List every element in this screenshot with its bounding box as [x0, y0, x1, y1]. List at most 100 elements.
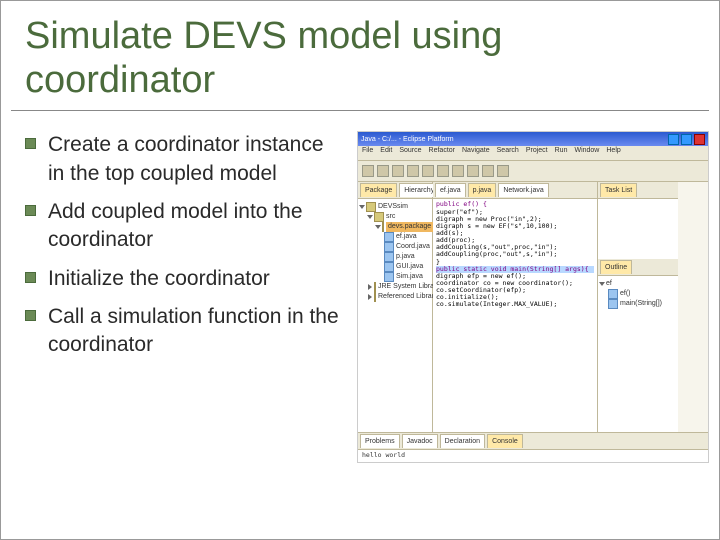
tree-file[interactable]: GUI.java — [360, 262, 430, 272]
toolbar-icon[interactable] — [482, 165, 494, 177]
outline-label: main(String[]) — [620, 299, 662, 309]
toolbar-icon[interactable] — [422, 165, 434, 177]
tree-refs[interactable]: Referenced Libraries — [360, 292, 430, 302]
outline-item[interactable]: ef — [600, 279, 676, 289]
toolbar — [358, 161, 708, 182]
tab-problems[interactable]: Problems — [360, 434, 400, 448]
tab-tasklist[interactable]: Task List — [600, 183, 637, 197]
editor-tab[interactable]: Network.java — [498, 183, 548, 197]
expand-icon[interactable] — [599, 282, 605, 286]
java-file-icon — [384, 272, 394, 282]
code-editor[interactable]: public ef() { super("ef"); digraph = new… — [433, 199, 597, 310]
menu-item[interactable]: Navigate — [462, 147, 490, 159]
bullet-item: Create a coordinator instance in the top… — [25, 131, 345, 188]
tree-jre[interactable]: JRE System Library [1.4] — [360, 282, 430, 292]
bullet-square-icon — [25, 272, 36, 283]
expand-icon[interactable] — [359, 205, 365, 209]
editor-tabs: ef.java p.java Network.java — [433, 182, 597, 199]
outline-item[interactable]: ef() — [600, 289, 676, 299]
bullet-item: Add coupled model into the coordinator — [25, 198, 345, 255]
bullet-text: Call a simulation function in the coordi… — [48, 303, 345, 360]
project-icon — [366, 202, 376, 212]
tab-declaration[interactable]: Declaration — [440, 434, 485, 448]
library-icon — [374, 282, 376, 292]
task-panel — [598, 199, 678, 259]
task-tabs: Task List — [598, 182, 678, 199]
menu-item[interactable]: Search — [497, 147, 519, 159]
editor-tab[interactable]: ef.java — [435, 183, 466, 197]
tab-package[interactable]: Package — [360, 183, 397, 197]
bullet-list-container: Create a coordinator instance in the top… — [25, 131, 345, 463]
tree-project[interactable]: DEVSsim — [360, 202, 430, 212]
tree-file[interactable]: ef.java — [360, 232, 430, 242]
tree-label: Coord.java — [396, 242, 430, 252]
java-file-icon — [384, 252, 394, 262]
toolbar-icon[interactable] — [392, 165, 404, 177]
tree-label: devs.package — [386, 222, 433, 232]
tree-src[interactable]: src — [360, 212, 430, 222]
java-file-icon — [384, 262, 394, 272]
code-line: addCoupling(proc,"out",s,"in"); — [436, 251, 594, 258]
toolbar-icon[interactable] — [362, 165, 374, 177]
outline-item[interactable]: main(String[]) — [600, 299, 676, 309]
tree-file[interactable]: p.java — [360, 252, 430, 262]
bottom-tabs: Problems Javadoc Declaration Console — [358, 433, 708, 450]
menu-item[interactable]: Run — [555, 147, 568, 159]
tab-outline[interactable]: Outline — [600, 260, 632, 274]
menu-item[interactable]: File — [362, 147, 373, 159]
maximize-icon[interactable] — [681, 134, 692, 145]
menu-item[interactable]: Help — [606, 147, 620, 159]
ide-columns: Package Hierarchy DEVSsim src devs.packa… — [358, 182, 708, 432]
titlebar: Java - C:/... - Eclipse Platform — [358, 132, 708, 146]
expand-icon[interactable] — [367, 215, 373, 219]
menu-item[interactable]: Source — [399, 147, 421, 159]
bullet-square-icon — [25, 310, 36, 321]
tree-package[interactable]: devs.package — [360, 222, 430, 232]
toolbar-icon[interactable] — [377, 165, 389, 177]
toolbar-icon[interactable] — [407, 165, 419, 177]
editor-tab[interactable]: p.java — [468, 183, 497, 197]
toolbar-icon[interactable] — [452, 165, 464, 177]
toolbar-icon[interactable] — [437, 165, 449, 177]
menu-item[interactable]: Refactor — [429, 147, 455, 159]
editor-pane: ef.java p.java Network.java public ef() … — [433, 182, 598, 432]
outline-tabs: Outline — [598, 259, 678, 276]
tree-label: src — [386, 212, 395, 222]
bullet-item: Initialize the coordinator — [25, 265, 345, 293]
tab-javadoc[interactable]: Javadoc — [402, 434, 438, 448]
toolbar-icon[interactable] — [497, 165, 509, 177]
bullet-text: Create a coordinator instance in the top… — [48, 131, 345, 188]
title-rule — [11, 110, 709, 111]
slide-title: Simulate DEVS model using coordinator — [1, 1, 719, 110]
bullet-square-icon — [25, 205, 36, 216]
minimize-icon[interactable] — [668, 134, 679, 145]
outline-label: ef() — [620, 289, 631, 299]
outline-tree: ef ef() main(String[]) — [598, 276, 678, 312]
code-line: co.simulate(Integer.MAX_VALUE); — [436, 301, 594, 308]
toolbar-icon[interactable] — [467, 165, 479, 177]
tree-file[interactable]: Coord.java — [360, 242, 430, 252]
package-icon — [382, 222, 384, 232]
menubar: File Edit Source Refactor Navigate Searc… — [358, 146, 708, 161]
expand-icon[interactable] — [368, 284, 372, 290]
package-explorer: Package Hierarchy DEVSsim src devs.packa… — [358, 182, 433, 432]
java-file-icon — [384, 232, 394, 242]
expand-icon[interactable] — [368, 294, 372, 300]
tree-label: p.java — [396, 252, 415, 262]
left-tabs: Package Hierarchy — [358, 182, 432, 199]
tree-file[interactable]: Sim.java — [360, 272, 430, 282]
bullet-text: Add coupled model into the coordinator — [48, 198, 345, 255]
bullet-square-icon — [25, 138, 36, 149]
bullet-list: Create a coordinator instance in the top… — [25, 131, 345, 359]
expand-icon[interactable] — [375, 225, 381, 229]
window-title: Java - C:/... - Eclipse Platform — [361, 136, 666, 144]
ide-screenshot: Java - C:/... - Eclipse Platform File Ed… — [357, 131, 709, 463]
menu-item[interactable]: Window — [574, 147, 599, 159]
console-output: hello world — [358, 450, 708, 461]
tab-console[interactable]: Console — [487, 434, 523, 448]
close-icon[interactable] — [694, 134, 705, 145]
menu-item[interactable]: Edit — [380, 147, 392, 159]
menu-item[interactable]: Project — [526, 147, 548, 159]
slide-body: Create a coordinator instance in the top… — [1, 125, 719, 463]
right-column: Task List Outline ef ef() main(String[]) — [598, 182, 678, 432]
